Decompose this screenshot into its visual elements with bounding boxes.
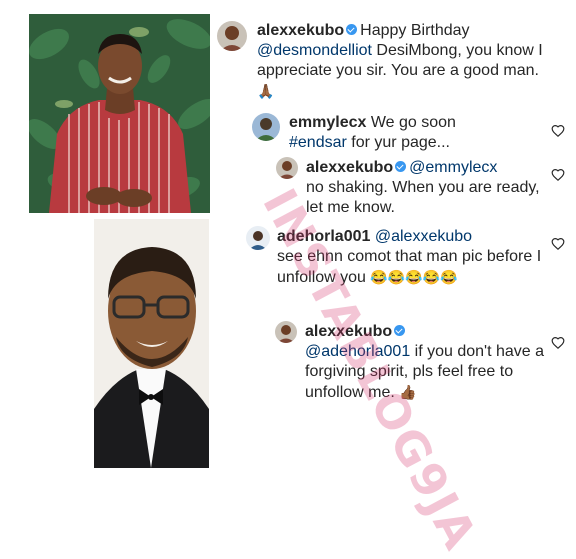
heart-outline-icon[interactable]	[551, 168, 565, 182]
comment-text: Happy Birthday	[360, 22, 470, 39]
comment-hashtag[interactable]: #endsar	[289, 134, 347, 151]
heart-outline-icon[interactable]	[551, 237, 565, 251]
thumbs-up-emoji: 👍🏾	[399, 384, 417, 400]
comment-mention[interactable]: @adehorla001	[305, 343, 410, 360]
praying-hands-emoji: 🙏🏾	[257, 83, 275, 99]
comment-text: no shaking. When you are ready, let me k…	[306, 179, 540, 216]
comment-5: alexxekubo @adehorla001 if you don't hav…	[305, 322, 545, 403]
avatar-emmylecx[interactable]	[252, 113, 280, 141]
verified-badge-icon	[394, 325, 406, 336]
verified-badge-icon	[395, 161, 407, 172]
comment-text: We go soon	[370, 114, 456, 131]
comment-text: for yur page...	[346, 134, 450, 151]
comment-username[interactable]: adehorla001	[277, 228, 370, 245]
heart-outline-icon[interactable]	[551, 336, 565, 350]
avatar-alexxekubo[interactable]	[275, 321, 297, 343]
verified-badge-icon	[346, 24, 358, 35]
avatar-adehorla001[interactable]	[246, 226, 270, 250]
laughing-emoji: 😂😂😂😂😂	[370, 269, 458, 285]
comment-mention[interactable]: @alexxekubo	[375, 228, 472, 245]
comment-1: alexxekubo Happy Birthday @desmondelliot …	[257, 21, 549, 102]
photo-alex-ekubo	[29, 14, 210, 213]
heart-outline-icon[interactable]	[551, 124, 565, 138]
avatar-alexxekubo[interactable]	[217, 21, 247, 51]
comment-3: alexxekubo @emmylecx no shaking. When you…	[306, 158, 546, 218]
comment-2: emmylecx We go soon #endsar for yur page…	[289, 113, 529, 153]
comment-mention[interactable]: @desmondelliot	[257, 42, 372, 59]
comment-username[interactable]: alexxekubo	[257, 22, 344, 39]
comment-mention[interactable]: @emmylecx	[409, 159, 497, 176]
comment-4: adehorla001 @alexxekubo see ehnn comot t…	[277, 227, 545, 288]
comment-username[interactable]: alexxekubo	[305, 323, 392, 340]
comment-username[interactable]: alexxekubo	[306, 159, 393, 176]
comment-username[interactable]: emmylecx	[289, 114, 366, 131]
photo-desmond-elliot	[94, 219, 209, 468]
avatar-alexxekubo[interactable]	[276, 157, 298, 179]
